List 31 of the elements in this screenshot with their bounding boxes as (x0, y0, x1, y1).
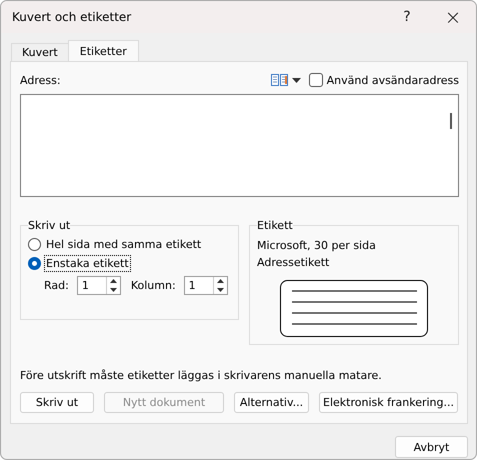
up-arrow-icon[interactable] (216, 279, 224, 284)
tab[interactable]: Kuvert (11, 43, 69, 61)
radio-option[interactable]: Enstaka etikett (28, 254, 231, 273)
action-button[interactable]: Skriv ut (20, 392, 94, 413)
radio-option[interactable]: Hel sida med samma etikett (28, 235, 231, 254)
up-arrow-icon[interactable] (110, 279, 117, 284)
address-label: Adress: (20, 74, 62, 86)
down-arrow-icon[interactable] (216, 288, 224, 292)
label-vendor: Microsoft, 30 per sida (257, 238, 377, 254)
label-preview-drawing[interactable] (280, 280, 428, 337)
row-label: Rad: (44, 279, 69, 292)
group-title: Etikett (257, 219, 293, 232)
help-button[interactable]: ? (384, 1, 430, 33)
tab[interactable]: Etiketter (68, 40, 139, 61)
action-button[interactable]: Alternativ... (234, 392, 309, 413)
column-spinbox[interactable]: 1 (184, 276, 228, 295)
group-title: Skriv ut (28, 219, 70, 232)
dropdown-caret-icon[interactable] (292, 78, 301, 82)
label-type: Adressetikett (257, 255, 330, 271)
instruction-text: Före utskrift måste etiketter läggas i skrivarens manuella matare. (20, 369, 383, 382)
action-button[interactable]: Elektronisk frankering... (319, 392, 458, 413)
return-address-checkbox[interactable]: Använd avsändaradress (308, 73, 459, 87)
column-label: Kolumn: (130, 279, 176, 292)
down-arrow-icon[interactable] (110, 288, 117, 292)
window-title: Kuvert och etiketter (12, 10, 132, 24)
row-spinbox[interactable]: 1 (76, 276, 121, 295)
address-book-icon[interactable] (270, 74, 288, 86)
cancel-button[interactable]: Avbryt (395, 436, 468, 458)
address-field[interactable] (20, 94, 459, 197)
close-button[interactable]: × (430, 1, 476, 33)
text-cursor (450, 113, 452, 129)
